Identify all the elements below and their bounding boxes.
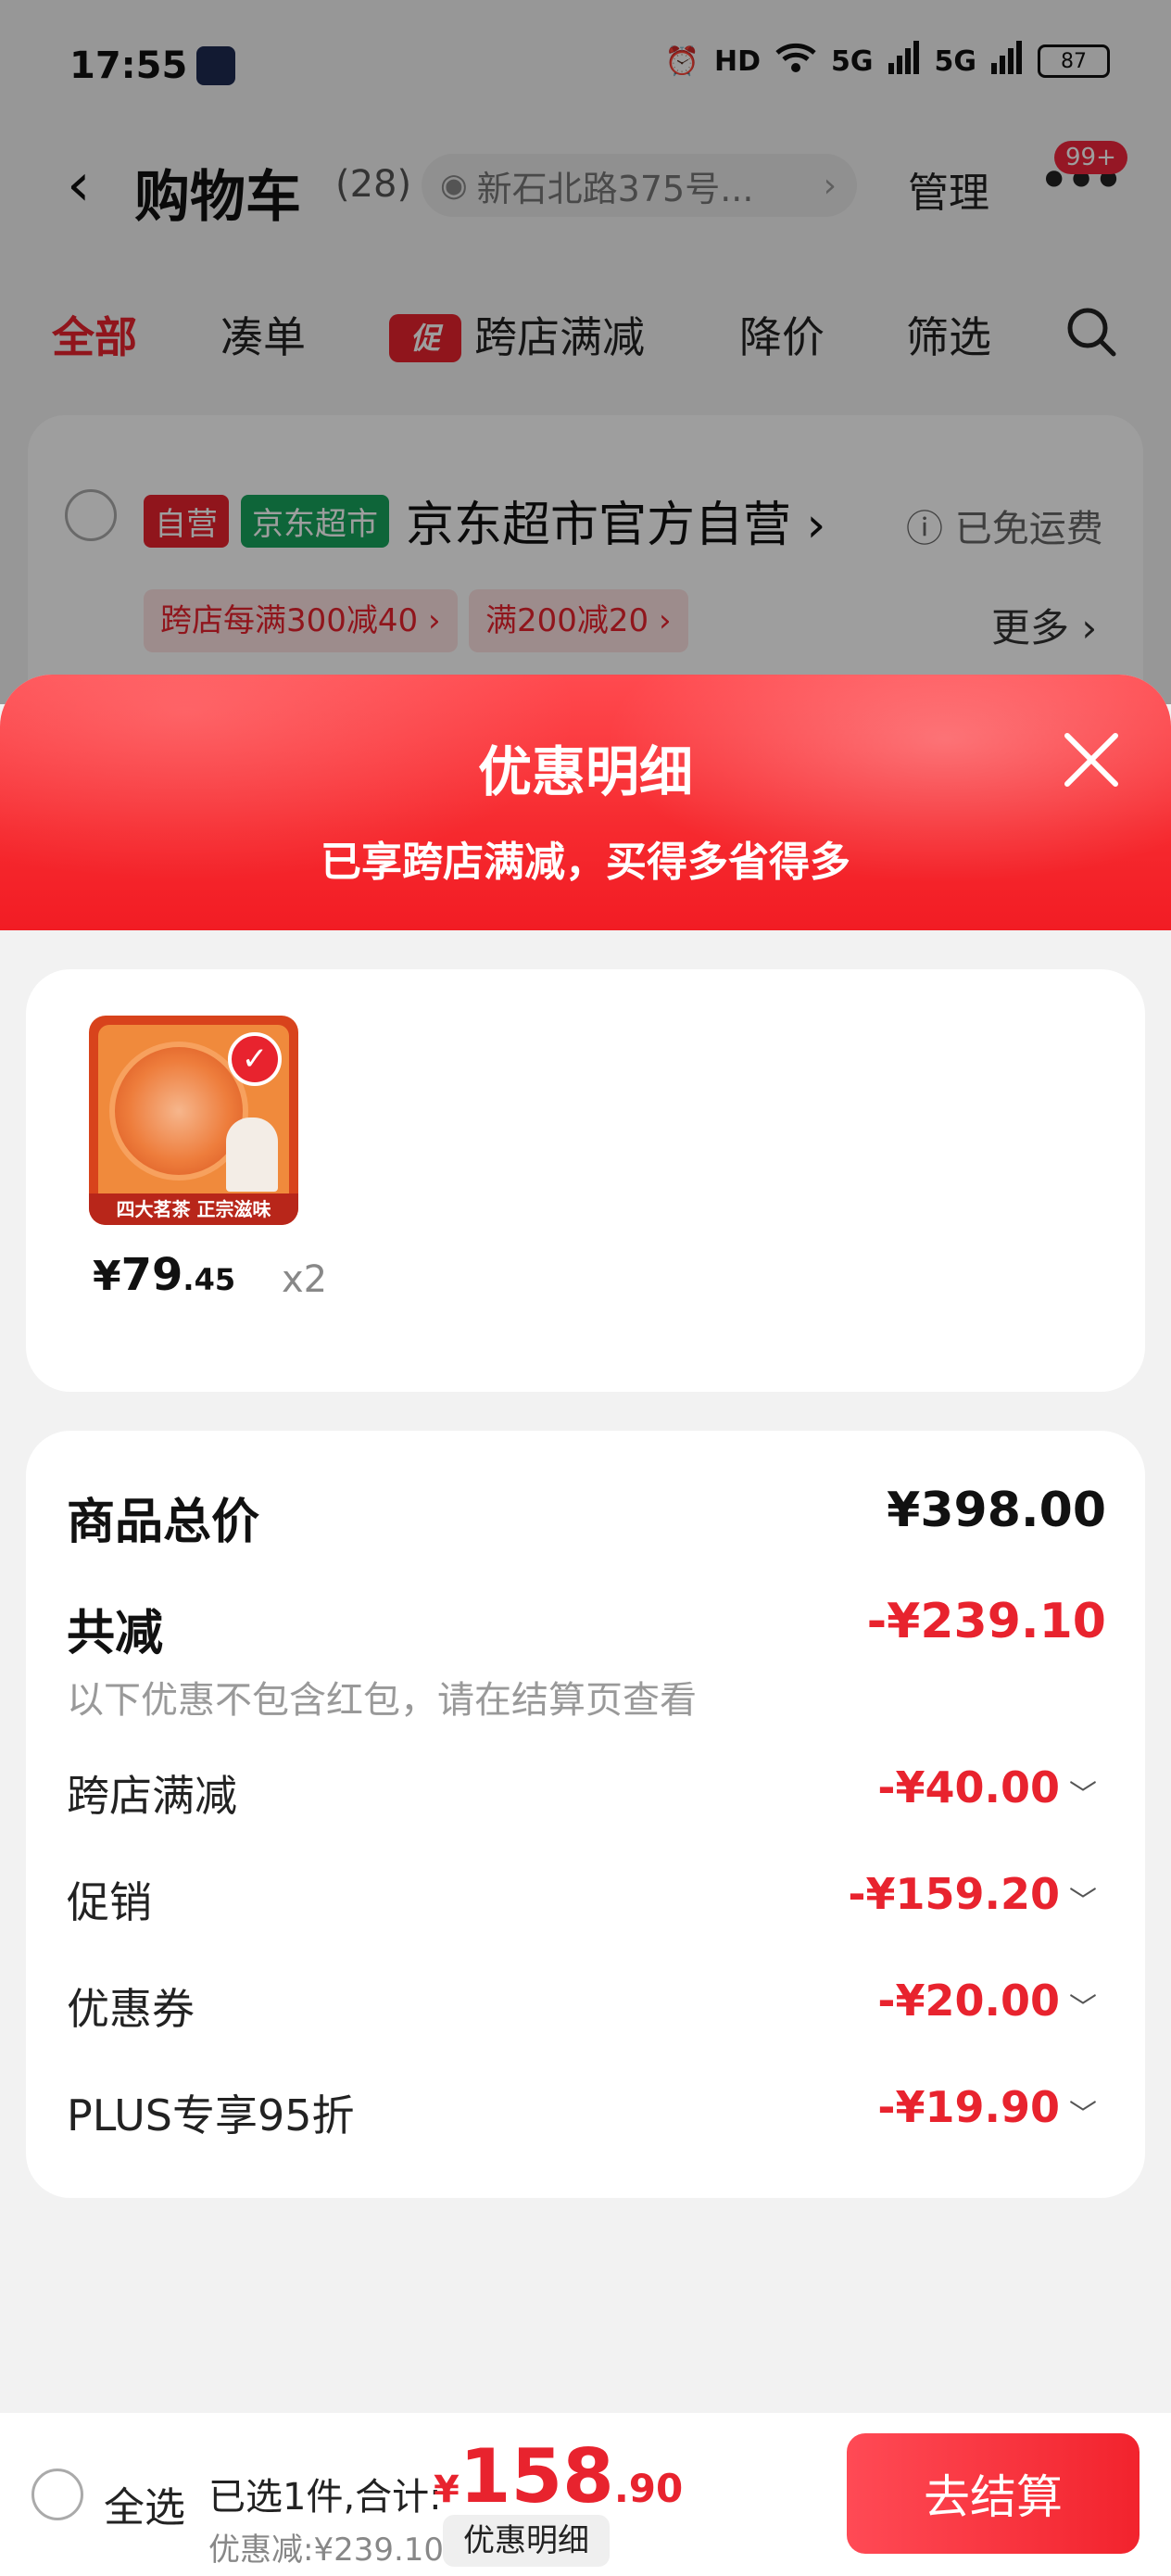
chevron-down-icon: ﹀ <box>1069 1992 1097 2025</box>
discount-summary: 优惠减:¥239.10 <box>208 2532 445 2569</box>
select-all-label[interactable]: 全选 <box>104 2474 185 2533</box>
total-price: ¥158.90 <box>434 2433 683 2519</box>
currency-symbol: ¥ <box>93 1253 121 1300</box>
chevron-down-icon: ﹀ <box>1069 1886 1097 1918</box>
check-icon: ✓ <box>228 1032 282 1086</box>
dim-overlay[interactable] <box>0 0 1171 704</box>
sheet-header: 优惠明细 已享跨店满减，买得多省得多 <box>0 675 1171 930</box>
select-all-radio[interactable] <box>31 2469 83 2520</box>
discount-row-label: 促销 <box>67 1877 152 1927</box>
discount-row-value: -¥20.00 <box>877 1976 1060 2026</box>
total-decimal: .90 <box>613 2466 684 2511</box>
price-decimal: .45 <box>183 1262 236 1297</box>
reduce-value: -¥239.10 <box>866 1594 1106 1649</box>
total-value: ¥398.00 <box>887 1483 1106 1538</box>
chevron-down-icon: ﹀ <box>1069 2099 1097 2131</box>
sheet-title: 优惠明细 <box>477 740 693 803</box>
discount-row-label: 跨店满减 <box>67 1771 237 1821</box>
chevron-down-icon: ﹀ <box>1069 1779 1097 1812</box>
total-label: 商品总价 <box>67 1495 260 1550</box>
discount-row-label: 优惠券 <box>67 1984 195 2034</box>
close-icon[interactable] <box>1058 726 1125 793</box>
product-image[interactable]: ✓ 四大茗茶 正宗滋味 <box>89 1016 298 1225</box>
discount-row-value: -¥159.20 <box>848 1869 1060 1919</box>
sheet-subtitle: 已享跨店满减，买得多省得多 <box>321 839 850 886</box>
discount-row-value: -¥19.90 <box>877 2082 1060 2132</box>
product-quantity: x2 <box>282 1258 328 1301</box>
discount-detail-sheet: 优惠明细 已享跨店满减，买得多省得多 ✓ 四大茗茶 正宗滋味 ¥79.45 x2… <box>0 675 1171 2413</box>
product-image-banner: 四大茗茶 正宗滋味 <box>89 1193 298 1225</box>
price-integer: 79 <box>120 1249 183 1301</box>
discount-row-label: PLUS专享95折 <box>67 2090 355 2140</box>
reduce-label: 共减 <box>67 1606 164 1661</box>
checkout-button[interactable]: 去结算 <box>847 2433 1140 2554</box>
price-detail-card: 商品总价 ¥398.00 共减 -¥239.10 以下优惠不包含红包，请在结算页… <box>26 1431 1145 2198</box>
total-integer: 158 <box>459 2433 614 2519</box>
selected-summary: 已选1件,合计: <box>208 2476 442 2519</box>
currency-symbol: ¥ <box>434 2469 460 2511</box>
discount-row-value: -¥40.00 <box>877 1762 1060 1812</box>
spokesperson-graphic <box>226 1118 278 1192</box>
product-price: ¥79.45 <box>93 1249 235 1301</box>
discount-detail-button[interactable]: 优惠明细 <box>443 2515 610 2567</box>
checkout-bar: 全选 已选1件,合计: ¥158.90 优惠减:¥239.10 优惠明细 去结算 <box>0 2413 1171 2576</box>
discount-note: 以下优惠不包含红包，请在结算页查看 <box>67 1679 697 1722</box>
product-card: ✓ 四大茗茶 正宗滋味 ¥79.45 x2 <box>26 969 1145 1392</box>
